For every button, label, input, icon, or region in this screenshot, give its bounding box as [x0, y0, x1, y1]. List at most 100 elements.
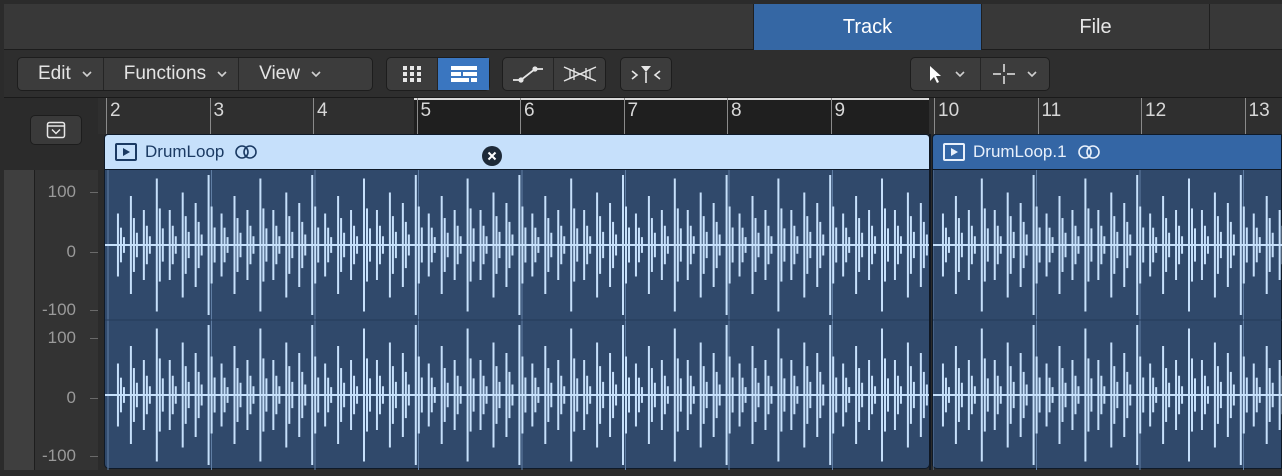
- edit-menu[interactable]: Edit: [18, 58, 104, 90]
- waveform-transient: [829, 175, 838, 315]
- waveform-transient: [557, 360, 566, 430]
- region-waveform-drumloop-1[interactable]: [932, 169, 1282, 470]
- waveform-transient: [609, 353, 618, 437]
- waveform-transient: [583, 210, 592, 280]
- waveform-transient: [453, 210, 462, 280]
- functions-menu[interactable]: Functions: [104, 58, 240, 90]
- waveform-transient: [712, 203, 721, 287]
- waveform-transient: [1200, 360, 1209, 430]
- bar-number: 8: [731, 100, 742, 121]
- waveform-transient: [583, 360, 592, 430]
- waveform-transient: [505, 353, 514, 437]
- waveform-transient: [466, 178, 475, 312]
- waveform-transient: [1045, 213, 1054, 277]
- waveform-transient: [1110, 192, 1119, 298]
- waveform-transient: [1252, 213, 1261, 277]
- waveform-transient: [1188, 178, 1196, 312]
- waveform-transient: [919, 203, 928, 287]
- catch-playhead-button[interactable]: [621, 58, 671, 90]
- waveform-transient: [350, 360, 359, 430]
- region-waveform-drumloop[interactable]: [104, 169, 931, 470]
- waveform-transient: [738, 213, 747, 277]
- waveform-transient: [363, 328, 371, 462]
- waveform-transient: [285, 192, 294, 298]
- scale-tick: [90, 252, 98, 253]
- cycle-range-indicator: [414, 98, 929, 100]
- scale-tick: [90, 398, 98, 399]
- automation-button[interactable]: [503, 58, 554, 90]
- waveform-transient: [440, 196, 449, 294]
- waveform-transient: [246, 360, 255, 430]
- waveform-transient: [673, 178, 682, 312]
- waveform-transient: [1058, 196, 1067, 294]
- waveform-transient: [142, 210, 151, 280]
- waveform-transient: [181, 192, 190, 298]
- waveform-transient: [790, 210, 799, 280]
- waveform-transient: [388, 342, 397, 448]
- chevron-down-icon: [217, 71, 227, 78]
- bar-ruler[interactable]: 2 3 4 5 6 7 8 9 10 11 12 13: [98, 98, 1282, 134]
- tab-file[interactable]: File: [981, 4, 1209, 50]
- bar-number: 5: [420, 100, 432, 121]
- tab-overflow[interactable]: [1209, 4, 1282, 50]
- waveform-transient: [725, 175, 734, 315]
- waveform-transient: [337, 196, 346, 294]
- waveform-transient: [479, 210, 488, 280]
- waveform-transient: [129, 196, 138, 294]
- bar-number: 3: [213, 100, 225, 121]
- view-menu[interactable]: View: [239, 58, 332, 90]
- cycle-range[interactable]: [414, 98, 929, 134]
- chevron-down-icon: [82, 71, 92, 78]
- bar-number: 4: [317, 100, 328, 121]
- waveform-transient: [660, 210, 669, 280]
- waveform-transient: [1226, 353, 1235, 437]
- bar-line: [520, 98, 521, 134]
- catch-group: [620, 57, 672, 91]
- waveform-transient: [440, 346, 449, 444]
- waveform-transient: [980, 328, 989, 462]
- waveform-transient: [954, 346, 963, 444]
- waveform-transient: [350, 210, 359, 280]
- waveform-transient: [194, 353, 203, 437]
- waveform-transient: [1265, 196, 1274, 294]
- waveform-transient: [596, 192, 605, 298]
- waveform-transient: [1006, 192, 1015, 298]
- scale-label-upper-bottom: -100: [41, 300, 76, 319]
- waveform-transient: [634, 363, 643, 427]
- grid-view-button[interactable]: [387, 58, 438, 90]
- tool-menu-group: [910, 57, 1050, 91]
- tab-track[interactable]: Track: [753, 4, 981, 50]
- waveform-transient: [1175, 360, 1184, 430]
- stereo-icon: [235, 145, 258, 159]
- play-icon[interactable]: [115, 143, 137, 161]
- waveform-transient: [660, 360, 669, 430]
- bar-line: [106, 98, 107, 134]
- waveform-transient: [259, 178, 268, 312]
- collapse-button[interactable]: [30, 115, 82, 145]
- waveform-transient: [868, 360, 877, 430]
- waveform-transient: [168, 360, 177, 430]
- marquee-tool-menu[interactable]: [981, 58, 1049, 90]
- waveform-transient: [842, 213, 851, 277]
- waveform-transient: [803, 192, 812, 298]
- flex-button[interactable]: [554, 58, 605, 90]
- play-icon[interactable]: [943, 143, 965, 161]
- close-icon[interactable]: [482, 146, 502, 166]
- waveform-transient: [233, 196, 242, 294]
- pointer-tool-menu[interactable]: [911, 58, 981, 90]
- chevron-down-icon: [1027, 71, 1037, 78]
- waveform-transient: [803, 342, 812, 448]
- bar-number: 13: [1248, 100, 1270, 121]
- waveform-transient: [764, 210, 773, 280]
- waveform-transient: [1226, 203, 1235, 287]
- region-header-drumloop[interactable]: DrumLoop: [104, 134, 930, 169]
- waveform-transient: [1162, 346, 1171, 444]
- bar-line: [1244, 98, 1246, 134]
- waveform-transient: [427, 213, 436, 277]
- list-view-button[interactable]: [438, 58, 489, 90]
- waveform-transient: [505, 203, 514, 287]
- waveform-transient: [1045, 363, 1054, 427]
- stereo-icon: [1077, 145, 1100, 159]
- region-header-drumloop-1[interactable]: DrumLoop.1: [932, 134, 1282, 169]
- list-view-icon: [450, 66, 477, 82]
